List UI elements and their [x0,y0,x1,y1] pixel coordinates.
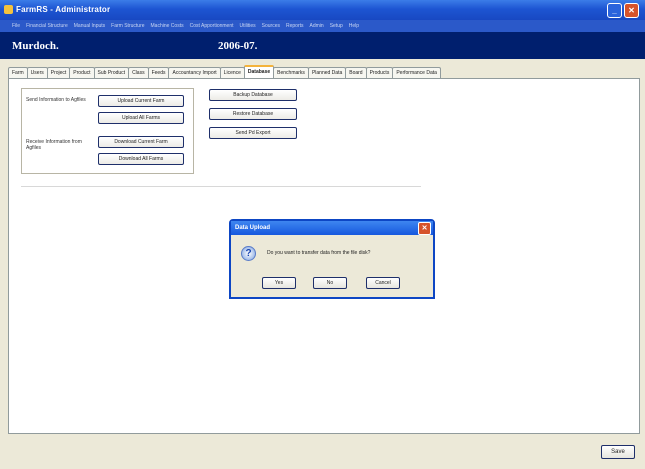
menu-item[interactable]: Utilities [240,20,256,32]
financial-year: 2006-07. [218,40,258,52]
backup-database-button[interactable]: Backup Database [209,89,297,101]
menu-item[interactable]: Cost Apportionment [190,20,234,32]
dialog-titlebar: Data Upload ✕ [231,221,433,235]
dialog-message: Do you want to transfer data from the fi… [267,250,371,256]
tab-products[interactable]: Products [365,67,394,78]
close-icon[interactable]: ✕ [418,222,431,235]
menu-item[interactable]: Financial Structure [26,20,68,32]
menu-item[interactable]: Farm Structure [111,20,144,32]
tab-class[interactable]: Class [128,67,149,78]
tab-product[interactable]: Product [69,67,95,78]
tab-sub-product[interactable]: Sub Product [93,67,130,78]
divider [21,186,421,187]
tab-performance-data[interactable]: Performance Data [392,67,441,78]
tab-database[interactable]: Database [243,65,275,78]
brand-header: Murdoch. 2006-07. [0,32,645,59]
tab-benchmarks[interactable]: Benchmarks [273,67,309,78]
close-icon[interactable]: ✕ [624,3,639,18]
minimize-icon[interactable]: _ [607,3,622,18]
cancel-button[interactable]: Cancel [366,277,400,289]
tab-farm[interactable]: Farm [8,67,28,78]
save-button[interactable]: Save [601,445,635,459]
menu-item[interactable]: Manual Inputs [74,20,105,32]
receive-info-label: Receive Information from Agfiles [26,139,82,151]
menu-item[interactable]: File [12,20,20,32]
tab-feeds[interactable]: Feeds [147,67,170,78]
send-info-label: Send Information to Agfiles [26,97,86,103]
window-title: FarmRS - Administrator [16,5,111,14]
download-current-farm-button[interactable]: Download Current Farm [98,136,184,148]
upload-all-farms-button[interactable]: Upload All Farms [98,112,184,124]
menubar: File Financial Structure Manual Inputs F… [0,20,645,32]
window-titlebar: FarmRS - Administrator _ ✕ [0,0,645,20]
tab-licence[interactable]: Licence [219,67,245,78]
tab-users[interactable]: Users [26,67,48,78]
tab-project[interactable]: Project [46,67,71,78]
menu-item[interactable]: Sources [262,20,280,32]
menu-item[interactable]: Reports [286,20,304,32]
question-icon: ? [241,246,256,261]
tab-strip: Farm Users Project Product Sub Product C… [8,65,640,78]
restore-database-button[interactable]: Restore Database [209,108,297,120]
no-button[interactable]: No [313,277,347,289]
app-icon [4,5,13,14]
menu-item[interactable]: Admin [310,20,324,32]
menu-item[interactable]: Setup [330,20,343,32]
menu-item[interactable]: Help [349,20,359,32]
menu-item[interactable]: Machine Costs [151,20,184,32]
dialog-title: Data Upload [235,225,271,231]
download-all-farms-button[interactable]: Download All Farms [98,153,184,165]
tab-board[interactable]: Board [345,67,367,78]
yes-button[interactable]: Yes [262,277,296,289]
upload-current-farm-button[interactable]: Upload Current Farm [98,95,184,107]
brand-logo: Murdoch. [12,40,59,52]
data-upload-dialog: Data Upload ✕ ? Do you want to transfer … [229,219,435,299]
send-export-button[interactable]: Send Pd Export [209,127,297,139]
tab-accountancy-import[interactable]: Accountancy Import [168,67,221,78]
agfiles-group: Send Information to Agfiles Upload Curre… [21,88,194,174]
tab-planned-data[interactable]: Planned Data [307,67,347,78]
